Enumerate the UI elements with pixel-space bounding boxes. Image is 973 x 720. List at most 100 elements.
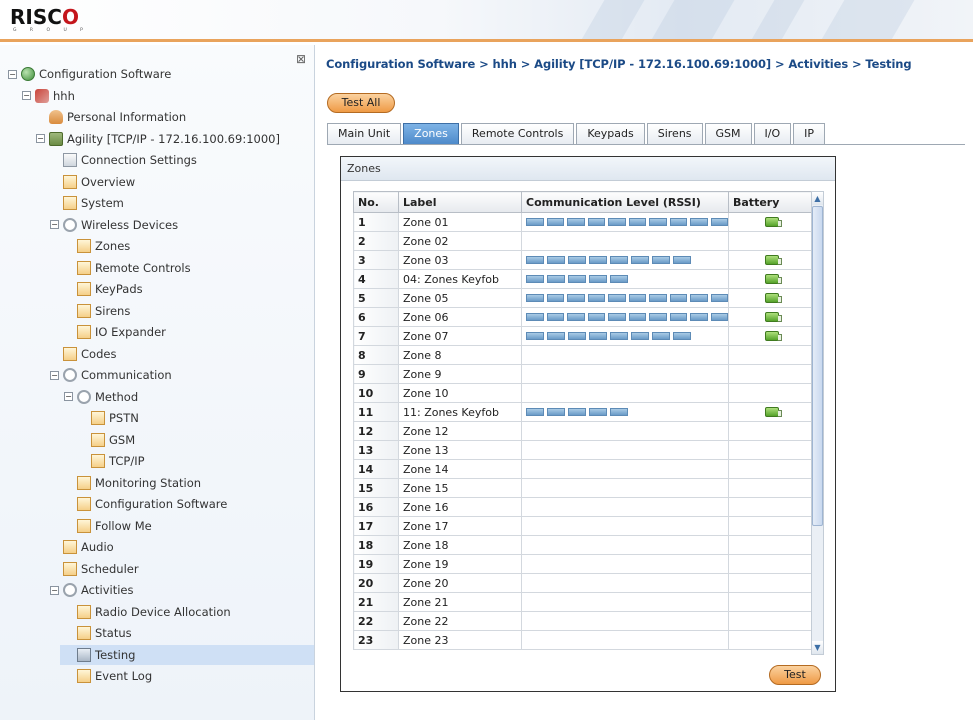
column-header-rssi[interactable]: Communication Level (RSSI) <box>521 191 729 213</box>
table-row[interactable]: 8 Zone 8 <box>353 345 812 365</box>
tree-item-io-expander[interactable]: IO Expander <box>64 322 166 342</box>
tab-sirens[interactable]: Sirens <box>646 123 703 145</box>
tree-item-activities[interactable]: − Activities <box>50 580 133 600</box>
tab-zones[interactable]: Zones <box>403 123 459 145</box>
table-row[interactable]: 10 Zone 10 <box>353 383 812 403</box>
scroll-down-icon[interactable]: ▼ <box>812 641 823 654</box>
tree-item-tcp-ip[interactable]: TCP/IP <box>78 451 145 471</box>
table-row[interactable]: 4 04: Zones Keyfob <box>353 269 812 289</box>
table-row[interactable]: 23 Zone 23 <box>353 630 812 650</box>
scroll-thumb[interactable] <box>812 206 823 526</box>
tree-item-label: Remote Controls <box>95 260 191 275</box>
tree-item-configuration-software[interactable]: − Configuration Software <box>8 64 171 84</box>
tree-item-audio[interactable]: Audio <box>50 537 114 557</box>
tab-main-unit[interactable]: Main Unit <box>327 123 402 145</box>
tree-item-gsm[interactable]: GSM <box>78 430 135 450</box>
tree-item-method[interactable]: − Method <box>64 387 138 407</box>
scroll-up-icon[interactable]: ▲ <box>812 192 823 205</box>
rssi-bars <box>526 218 728 226</box>
rssi-bar <box>567 294 585 302</box>
zone-label: Zone 23 <box>398 630 522 650</box>
zone-label: Zone 06 <box>398 307 522 327</box>
tree-item-keypads[interactable]: KeyPads <box>64 279 143 299</box>
tree-item-pstn[interactable]: PSTN <box>78 408 139 428</box>
table-row[interactable]: 20 Zone 20 <box>353 573 812 593</box>
tree-item-event-log[interactable]: Event Log <box>64 666 152 686</box>
gear-icon <box>63 583 77 597</box>
column-header-battery[interactable]: Battery <box>728 191 812 213</box>
table-row[interactable]: 17 Zone 17 <box>353 516 812 536</box>
tree-item-scheduler[interactable]: Scheduler <box>50 559 139 579</box>
table-row[interactable]: 16 Zone 16 <box>353 497 812 517</box>
collapse-toggle-icon[interactable]: − <box>50 220 59 229</box>
table-row[interactable]: 22 Zone 22 <box>353 611 812 631</box>
collapse-toggle-icon[interactable]: − <box>50 585 59 595</box>
close-panel-icon[interactable]: ⊠ <box>296 52 306 66</box>
tree-item-system[interactable]: System <box>50 193 124 213</box>
tree-item-communication[interactable]: − Communication <box>50 365 172 385</box>
tree-item-radio-device-allocation[interactable]: Radio Device Allocation <box>64 602 231 622</box>
rssi-bar <box>589 275 607 283</box>
table-row[interactable]: 2 Zone 02 <box>353 231 812 251</box>
table-row[interactable]: 13 Zone 13 <box>353 440 812 460</box>
page-icon <box>77 497 91 511</box>
battery-cell <box>728 592 812 612</box>
collapse-toggle-icon[interactable]: − <box>22 91 31 100</box>
collapse-toggle-icon[interactable]: − <box>36 134 45 143</box>
tree-item-codes[interactable]: Codes <box>50 344 116 364</box>
table-row[interactable]: 1 Zone 01 <box>353 212 812 232</box>
column-header-no[interactable]: No. <box>353 191 399 213</box>
page-icon <box>77 282 91 296</box>
table-row[interactable]: 3 Zone 03 <box>353 250 812 270</box>
zone-label: Zone 8 <box>398 345 522 365</box>
table-row[interactable]: 18 Zone 18 <box>353 535 812 555</box>
tab-i-o[interactable]: I/O <box>753 123 792 145</box>
rssi-bar <box>673 332 691 340</box>
rssi-cell <box>521 269 729 289</box>
row-number: 17 <box>353 516 399 536</box>
collapse-toggle-icon[interactable]: − <box>64 392 73 401</box>
table-row[interactable]: 21 Zone 21 <box>353 592 812 612</box>
tree-item-label: PSTN <box>109 411 139 425</box>
table-row[interactable]: 12 Zone 12 <box>353 421 812 441</box>
table-row[interactable]: 19 Zone 19 <box>353 554 812 574</box>
tree-item-status[interactable]: Status <box>64 623 132 643</box>
table-row[interactable]: 6 Zone 06 <box>353 307 812 327</box>
tab-gsm[interactable]: GSM <box>704 123 752 145</box>
collapse-toggle-icon[interactable]: − <box>8 69 17 79</box>
column-header-label[interactable]: Label <box>398 191 522 213</box>
tree-item-sirens[interactable]: Sirens <box>64 301 130 321</box>
table-row[interactable]: 7 Zone 07 <box>353 326 812 346</box>
zone-label: Zone 13 <box>398 440 522 460</box>
table-row[interactable]: 15 Zone 15 <box>353 478 812 498</box>
rssi-cell <box>521 592 729 612</box>
tab-keypads[interactable]: Keypads <box>576 123 645 145</box>
tree-item-personal-information[interactable]: Personal Information <box>36 107 186 127</box>
tab-ip[interactable]: IP <box>793 123 826 145</box>
tree-item-testing[interactable]: Testing <box>60 644 314 665</box>
tree-item-agility-tcp-ip-172-16-100-69-1000[interactable]: − Agility [TCP/IP - 172.16.100.69:1000] <box>36 129 280 149</box>
test-all-button[interactable]: Test All <box>327 93 395 113</box>
tree-item-connection-settings[interactable]: Connection Settings <box>50 150 197 170</box>
test-button[interactable]: Test <box>769 665 821 685</box>
table-row[interactable]: 14 Zone 14 <box>353 459 812 479</box>
tree-item-wireless-devices[interactable]: − Wireless Devices <box>50 215 178 235</box>
table-row[interactable]: 5 Zone 05 <box>353 288 812 308</box>
tree-item-monitoring-station[interactable]: Monitoring Station <box>64 473 201 493</box>
tree-item-configuration-software[interactable]: Configuration Software <box>64 494 227 514</box>
rssi-bar <box>649 294 667 302</box>
tree-item-label: Zones <box>95 239 131 253</box>
rssi-bars <box>526 408 728 416</box>
tree-item-remote-controls[interactable]: Remote Controls <box>64 258 191 278</box>
table-row[interactable]: 11 11: Zones Keyfob <box>353 402 812 422</box>
tab-remote-controls[interactable]: Remote Controls <box>460 123 575 145</box>
tree-item-follow-me[interactable]: Follow Me <box>64 516 152 536</box>
tree-item-overview[interactable]: Overview <box>50 172 135 192</box>
tree-item-zones[interactable]: Zones <box>64 236 130 256</box>
table-row[interactable]: 9 Zone 9 <box>353 364 812 384</box>
table-scrollbar[interactable]: ▲ ▼ <box>811 191 824 655</box>
test-icon <box>77 647 91 662</box>
collapse-toggle-icon[interactable]: − <box>50 370 59 380</box>
tree-item-hhh[interactable]: − hhh <box>22 86 75 106</box>
rssi-bar <box>526 218 544 226</box>
